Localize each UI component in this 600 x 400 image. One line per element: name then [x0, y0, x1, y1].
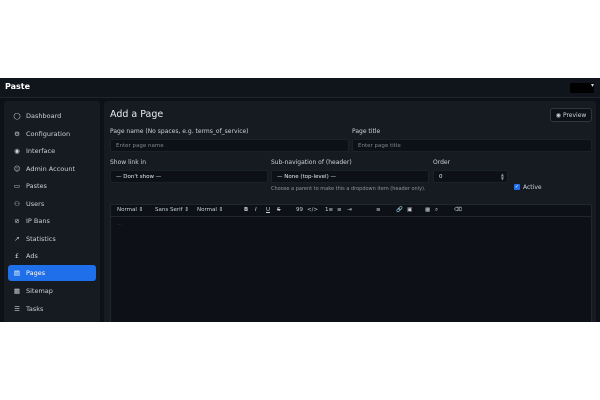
page-name-input[interactable]	[116, 142, 348, 149]
table-icon[interactable]: ▦	[425, 207, 430, 213]
top-bar: Paste ▾	[0, 78, 600, 98]
indent-icon[interactable]: ⇥	[347, 207, 352, 213]
sidebar-item-statistics[interactable]: ↗ Statistics	[8, 231, 96, 247]
bullet-list-icon[interactable]: ≡	[337, 207, 342, 213]
sidebar-item-dashboard[interactable]: ◯ Dashboard	[8, 108, 96, 124]
active-label: Active	[523, 184, 542, 191]
show-link-value: — Don't show —	[116, 173, 162, 180]
updown-icon: ⇕	[138, 207, 144, 213]
user-icon: ☺	[13, 164, 21, 173]
image-icon[interactable]: ▣	[407, 207, 412, 213]
strikethrough-icon[interactable]: S	[277, 207, 281, 213]
link-icon[interactable]: 🔗	[396, 207, 403, 213]
page-title-input[interactable]	[358, 142, 591, 149]
sidebar-item-label: Configuration	[26, 129, 71, 138]
page-name-label: Page name (No spaces, e.g. terms_of_serv…	[110, 128, 249, 135]
chart-icon: ↗	[14, 234, 20, 243]
page-name-field[interactable]	[110, 139, 349, 152]
sidebar-item-configuration[interactable]: ⚙ Configuration	[8, 126, 96, 142]
sidebar-item-label: Admin Account	[26, 164, 76, 173]
show-link-label: Show link in	[110, 159, 147, 166]
sidebar-item-label: Statistics	[26, 234, 56, 243]
main-panel: Add a Page ◉ Preview Page name (No space…	[104, 101, 596, 322]
font-select[interactable]: Sans Serif ⇕	[155, 207, 189, 213]
sidebar-item-ip-bans[interactable]: ⊘ IP Bans	[8, 213, 96, 229]
ordered-list-icon[interactable]: 1≡	[325, 207, 333, 213]
show-link-select[interactable]: — Don't show —	[110, 170, 268, 183]
order-value: 0	[439, 173, 443, 180]
gear-icon: ⚙	[14, 129, 20, 138]
subnav-select[interactable]: — None (top-level) —	[271, 170, 429, 183]
sidebar-item-label: Interface	[26, 147, 56, 155]
sidebar-item-label: Pastes	[26, 182, 47, 190]
sidebar-item-label: Ads	[26, 252, 38, 260]
subnav-help-text: Choose a parent to make this a dropdown …	[271, 186, 426, 192]
page-title-label: Page title	[352, 128, 381, 135]
active-checkbox[interactable]: ✓	[514, 184, 520, 190]
sidebar-item-users[interactable]: ⚇ Users	[8, 196, 96, 212]
preview-label: Preview	[562, 111, 587, 119]
pound-icon: £	[14, 252, 20, 260]
sitemap-icon: ▦	[13, 287, 21, 295]
page-icon: ▤	[13, 269, 21, 277]
page-title: Add a Page	[110, 109, 164, 120]
updown-icon: ⇕	[218, 207, 224, 213]
format-value: Normal	[117, 207, 137, 213]
sidebar-item-pages[interactable]: ▤ Pages	[8, 265, 96, 281]
brand-logo[interactable]: Paste	[5, 82, 30, 91]
sidebar-item-interface[interactable]: ◉ Interface	[8, 143, 96, 159]
preview-button[interactable]: ◉ Preview	[550, 108, 592, 122]
size-value: Normal	[197, 207, 217, 213]
sidebar-item-label: Pages	[26, 269, 46, 277]
tasks-icon: ☰	[14, 304, 20, 313]
page-title-field[interactable]	[352, 139, 592, 152]
sidebar: ◯ Dashboard ⚙ Configuration ◉ Interface …	[4, 101, 100, 322]
sidebar-item-label: IP Bans	[26, 217, 50, 225]
subnav-value: — None (top-level) —	[277, 173, 336, 180]
subnav-label: Sub-navigation of (header)	[271, 159, 352, 166]
sidebar-item-sitemap[interactable]: ▦ Sitemap	[8, 283, 96, 299]
admin-window: Paste ▾ ◯ Dashboard ⚙ Configuration ◉ In…	[0, 78, 600, 322]
bold-icon[interactable]: B	[244, 207, 248, 213]
eye-icon: ◉	[14, 147, 20, 155]
order-field[interactable]: 0 ▲ ▼	[433, 170, 508, 183]
sidebar-item-label: Sitemap	[26, 287, 53, 295]
content-editor[interactable]: ···	[110, 217, 592, 322]
quote-icon[interactable]: 99	[296, 207, 303, 213]
size-select[interactable]: Normal ⇕	[197, 207, 223, 213]
sidebar-item-admin-account[interactable]: ☺ Admin Account	[8, 161, 96, 177]
search-icon[interactable]: ⌕	[435, 207, 438, 214]
eraser-icon[interactable]: ⌫	[454, 207, 462, 213]
sidebar-item-label: Tasks	[26, 304, 44, 313]
format-select[interactable]: Normal ⇕	[117, 207, 143, 213]
font-value: Sans Serif	[155, 207, 183, 213]
sidebar-item-pastes[interactable]: ▭ Pastes	[8, 178, 96, 194]
order-label: Order	[433, 159, 451, 166]
updown-icon: ⇕	[184, 207, 189, 213]
align-icon[interactable]: ≡	[376, 207, 381, 213]
users-icon: ⚇	[14, 199, 20, 208]
eye-icon: ◉	[555, 111, 561, 119]
editor-placeholder: ···	[117, 222, 123, 228]
italic-icon[interactable]: I	[255, 207, 257, 213]
sidebar-item-ads[interactable]: £ Ads	[8, 248, 96, 264]
dashboard-icon: ◯	[13, 112, 21, 120]
sidebar-item-label: Users	[26, 199, 45, 208]
spinner-icon[interactable]: ▲ ▼	[501, 173, 504, 181]
clipboard-icon: ▭	[13, 182, 21, 190]
sidebar-item-tasks[interactable]: ☰ Tasks	[8, 301, 96, 317]
caret-down-icon[interactable]: ▾	[591, 82, 594, 89]
sidebar-item-label: Dashboard	[26, 112, 62, 120]
code-icon[interactable]: </>	[307, 207, 318, 213]
ban-icon: ⊘	[14, 217, 20, 225]
editor-toolbar: Normal ⇕ Sans Serif ⇕ Normal ⇕ B I U S 9…	[110, 204, 592, 217]
underline-icon[interactable]: U	[266, 207, 270, 213]
